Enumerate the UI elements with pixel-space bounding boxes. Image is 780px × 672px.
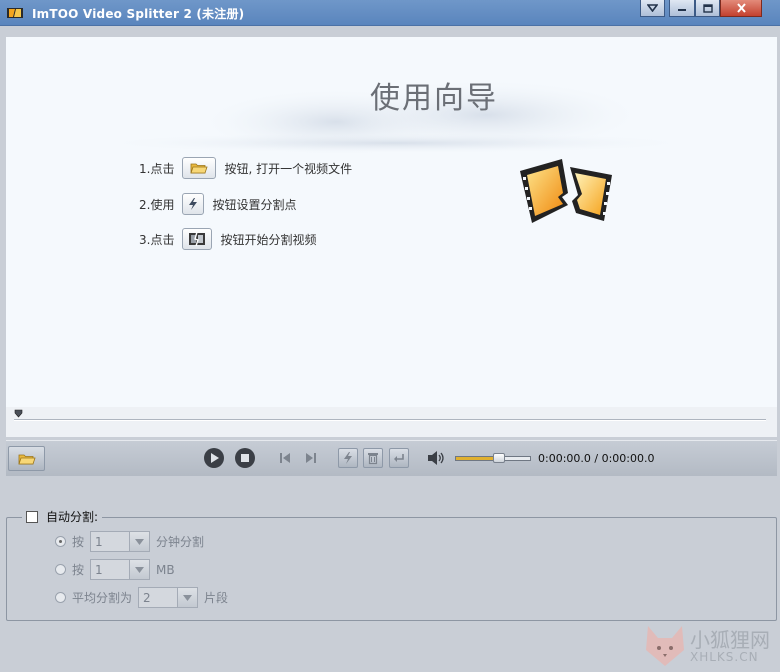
play-icon xyxy=(204,448,224,468)
preview-area: 使用向导 1.点击 按钮, 打开一个视频文件 2.使用 按钮设置分割点 3.点击 xyxy=(6,37,777,407)
radio-by-segments[interactable] xyxy=(55,592,66,603)
player-toolbar: 0:00:00.0 / 0:00:00.0 xyxy=(6,440,777,476)
segments-value: 2 xyxy=(143,590,151,605)
step-2-suffix: 按钮设置分割点 xyxy=(212,197,297,212)
seek-thumb[interactable] xyxy=(14,409,23,418)
time-display: 0:00:00.0 / 0:00:00.0 xyxy=(538,452,655,465)
folder-open-icon xyxy=(190,163,209,174)
radio-by-size[interactable] xyxy=(55,564,66,575)
site-watermark: 小狐狸网 XHLKS.CN xyxy=(640,620,780,672)
seek-track[interactable] xyxy=(14,419,766,421)
option-3-suffix: 片段 xyxy=(204,591,229,605)
size-value: 1 xyxy=(95,562,103,577)
window-title: ImTOO Video Splitter 2 (未注册) xyxy=(32,7,245,21)
enter-button[interactable] xyxy=(389,448,409,468)
split-icon xyxy=(344,452,352,464)
minutes-value: 1 xyxy=(95,534,103,549)
option-2-suffix: MB xyxy=(156,562,175,577)
open-button[interactable] xyxy=(8,446,45,471)
restore-icon xyxy=(702,3,713,13)
close-button[interactable] xyxy=(720,0,762,17)
next-frame-icon xyxy=(306,453,316,463)
fox-logo-icon xyxy=(646,626,684,666)
stop-button[interactable] xyxy=(234,447,256,469)
minutes-dropdown-arrow[interactable] xyxy=(129,532,150,551)
delete-button[interactable] xyxy=(363,448,383,468)
segments-select[interactable]: 2 xyxy=(138,587,199,608)
play-button[interactable] xyxy=(203,447,225,469)
watermark-line-2: XHLKS.CN xyxy=(690,650,759,664)
option-by-size: 按 1 MB xyxy=(55,559,175,580)
guide-step-2: 2.使用 按钮设置分割点 xyxy=(139,193,296,215)
set-split-point-button[interactable] xyxy=(182,193,205,215)
prev-frame-button[interactable] xyxy=(276,449,294,467)
prev-frame-icon xyxy=(280,453,290,463)
chevron-down-icon xyxy=(183,594,193,601)
close-icon xyxy=(736,3,746,13)
auto-split-legend: 自动分割: xyxy=(22,508,103,525)
minimize-icon xyxy=(678,9,686,11)
size-dropdown-arrow[interactable] xyxy=(129,560,150,579)
segments-dropdown-arrow[interactable] xyxy=(177,588,198,607)
dropdown-icon xyxy=(647,4,658,12)
dropdown-button[interactable] xyxy=(640,0,665,17)
split-film-icon xyxy=(189,231,206,247)
option-by-minutes: 按 1 分钟分割 xyxy=(55,531,204,552)
watermark-line-1: 小狐狸网 xyxy=(690,628,770,652)
delete-icon xyxy=(368,453,378,465)
volume-button[interactable] xyxy=(426,449,446,467)
open-file-button[interactable] xyxy=(182,157,217,179)
volume-thumb[interactable] xyxy=(493,453,505,463)
option-by-segments: 平均分割为 2 片段 xyxy=(55,587,228,608)
split-lightning-icon xyxy=(189,198,198,210)
seek-bar[interactable] xyxy=(6,407,777,437)
auto-split-label: 自动分割: xyxy=(46,510,99,524)
split-film-logo xyxy=(520,159,612,223)
folder-open-icon xyxy=(17,454,36,464)
option-1-prefix: 按 xyxy=(72,535,85,549)
title-bar: ImTOO Video Splitter 2 (未注册) xyxy=(0,0,780,26)
minimize-button[interactable] xyxy=(669,0,695,17)
stop-icon xyxy=(235,448,255,468)
split-button[interactable] xyxy=(338,448,358,468)
minutes-select[interactable]: 1 xyxy=(90,531,151,552)
radio-by-minutes[interactable] xyxy=(55,536,66,547)
step-2-prefix: 2.使用 xyxy=(139,197,175,212)
speaker-icon xyxy=(428,451,444,465)
next-frame-button[interactable] xyxy=(302,449,320,467)
guide-step-3: 3.点击 按钮开始分割视频 xyxy=(139,228,316,250)
step-1-suffix: 按钮, 打开一个视频文件 xyxy=(224,161,353,176)
option-2-prefix: 按 xyxy=(72,563,85,577)
app-logo-icon xyxy=(7,8,23,18)
step-3-prefix: 3.点击 xyxy=(139,232,175,247)
chevron-down-icon xyxy=(135,538,145,545)
restore-button[interactable] xyxy=(695,0,720,17)
auto-split-checkbox[interactable] xyxy=(26,510,38,523)
step-3-suffix: 按钮开始分割视频 xyxy=(220,232,317,247)
start-split-button[interactable] xyxy=(182,228,213,250)
guide-step-1: 1.点击 按钮, 打开一个视频文件 xyxy=(139,157,352,179)
step-1-prefix: 1.点击 xyxy=(139,161,175,176)
option-3-prefix: 平均分割为 xyxy=(72,591,133,605)
size-select[interactable]: 1 xyxy=(90,559,151,580)
chevron-down-icon xyxy=(135,566,145,573)
option-1-suffix: 分钟分割 xyxy=(156,535,205,549)
enter-icon xyxy=(394,454,404,462)
guide-title: 使用向导 xyxy=(370,81,498,116)
